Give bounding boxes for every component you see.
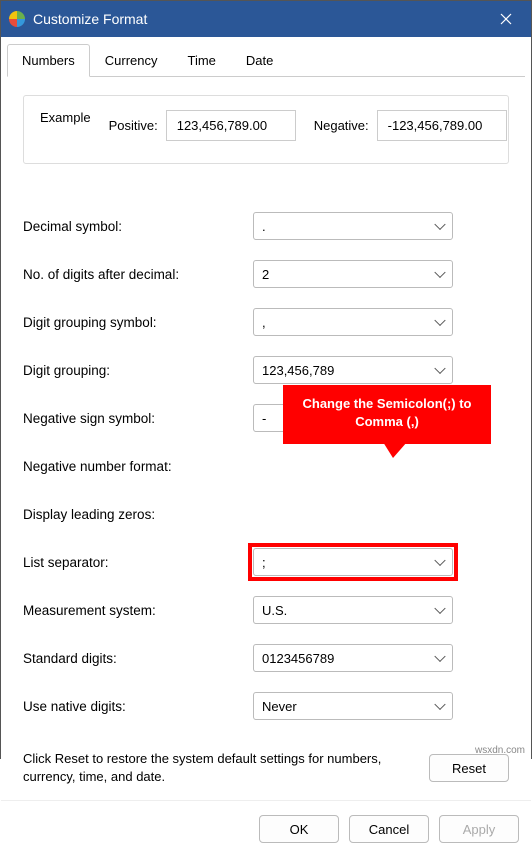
- example-negative-row: Negative: -123,456,789.00: [314, 110, 507, 141]
- tooltip-line1: Change the Semicolon(;) to: [303, 396, 472, 411]
- label-digits-after-decimal: No. of digits after decimal:: [23, 267, 253, 282]
- tab-time[interactable]: Time: [173, 44, 231, 77]
- row-negative-number-format: Negative number format:: [23, 452, 509, 480]
- globe-icon: [9, 11, 25, 27]
- tab-date[interactable]: Date: [231, 44, 288, 77]
- select-use-native-digits[interactable]: [253, 692, 453, 720]
- reset-button[interactable]: Reset: [429, 754, 509, 782]
- row-digit-grouping-symbol: Digit grouping symbol:: [23, 308, 509, 336]
- label-decimal-symbol: Decimal symbol:: [23, 219, 253, 234]
- row-use-native-digits: Use native digits:: [23, 692, 509, 720]
- row-standard-digits: Standard digits:: [23, 644, 509, 672]
- reset-row: Click Reset to restore the system defaul…: [23, 740, 509, 800]
- window-title: Customize Format: [33, 11, 481, 27]
- label-digit-grouping-symbol: Digit grouping symbol:: [23, 315, 253, 330]
- example-legend: Example: [40, 110, 91, 141]
- annotation-tooltip: Change the Semicolon(;) to Comma (,): [283, 385, 491, 444]
- example-positive-row: Positive: 123,456,789.00: [109, 110, 296, 141]
- row-digits-after-decimal: No. of digits after decimal:: [23, 260, 509, 288]
- label-list-separator: List separator:: [23, 555, 253, 570]
- select-decimal-symbol[interactable]: [253, 212, 453, 240]
- tooltip-line2: Comma (,): [355, 414, 419, 429]
- label-standard-digits: Standard digits:: [23, 651, 253, 666]
- reset-text: Click Reset to restore the system defaul…: [23, 750, 415, 786]
- label-display-leading-zeros: Display leading zeros:: [23, 507, 253, 522]
- select-list-separator[interactable]: [253, 548, 453, 576]
- tab-currency[interactable]: Currency: [90, 44, 173, 77]
- label-negative-sign-symbol: Negative sign symbol:: [23, 411, 253, 426]
- label-negative-number-format: Negative number format:: [23, 459, 253, 474]
- example-group: Example Positive: 123,456,789.00 Negativ…: [23, 95, 509, 164]
- label-digit-grouping: Digit grouping:: [23, 363, 253, 378]
- select-digit-grouping-symbol[interactable]: [253, 308, 453, 336]
- select-measurement-system[interactable]: [253, 596, 453, 624]
- positive-label: Positive:: [109, 118, 158, 133]
- tab-strip: Numbers Currency Time Date: [7, 43, 525, 77]
- close-button[interactable]: [481, 1, 531, 37]
- row-digit-grouping: Digit grouping:: [23, 356, 509, 384]
- negative-value: -123,456,789.00: [377, 110, 507, 141]
- select-digits-after-decimal[interactable]: [253, 260, 453, 288]
- ok-button[interactable]: OK: [259, 815, 339, 843]
- row-measurement-system: Measurement system:: [23, 596, 509, 624]
- select-standard-digits[interactable]: [253, 644, 453, 672]
- row-display-leading-zeros: Display leading zeros:: [23, 500, 509, 528]
- row-decimal-symbol: Decimal symbol:: [23, 212, 509, 240]
- cancel-button[interactable]: Cancel: [349, 815, 429, 843]
- negative-label: Negative:: [314, 118, 369, 133]
- positive-value: 123,456,789.00: [166, 110, 296, 141]
- label-measurement-system: Measurement system:: [23, 603, 253, 618]
- select-digit-grouping[interactable]: [253, 356, 453, 384]
- row-list-separator: List separator:: [23, 548, 509, 576]
- apply-button[interactable]: Apply: [439, 815, 519, 843]
- close-icon: [500, 13, 512, 25]
- watermark: wsxdn.com: [475, 745, 525, 756]
- label-use-native-digits: Use native digits:: [23, 699, 253, 714]
- dialog-footer: OK Cancel Apply: [1, 800, 531, 857]
- titlebar: Customize Format: [1, 1, 531, 37]
- tab-numbers[interactable]: Numbers: [7, 44, 90, 77]
